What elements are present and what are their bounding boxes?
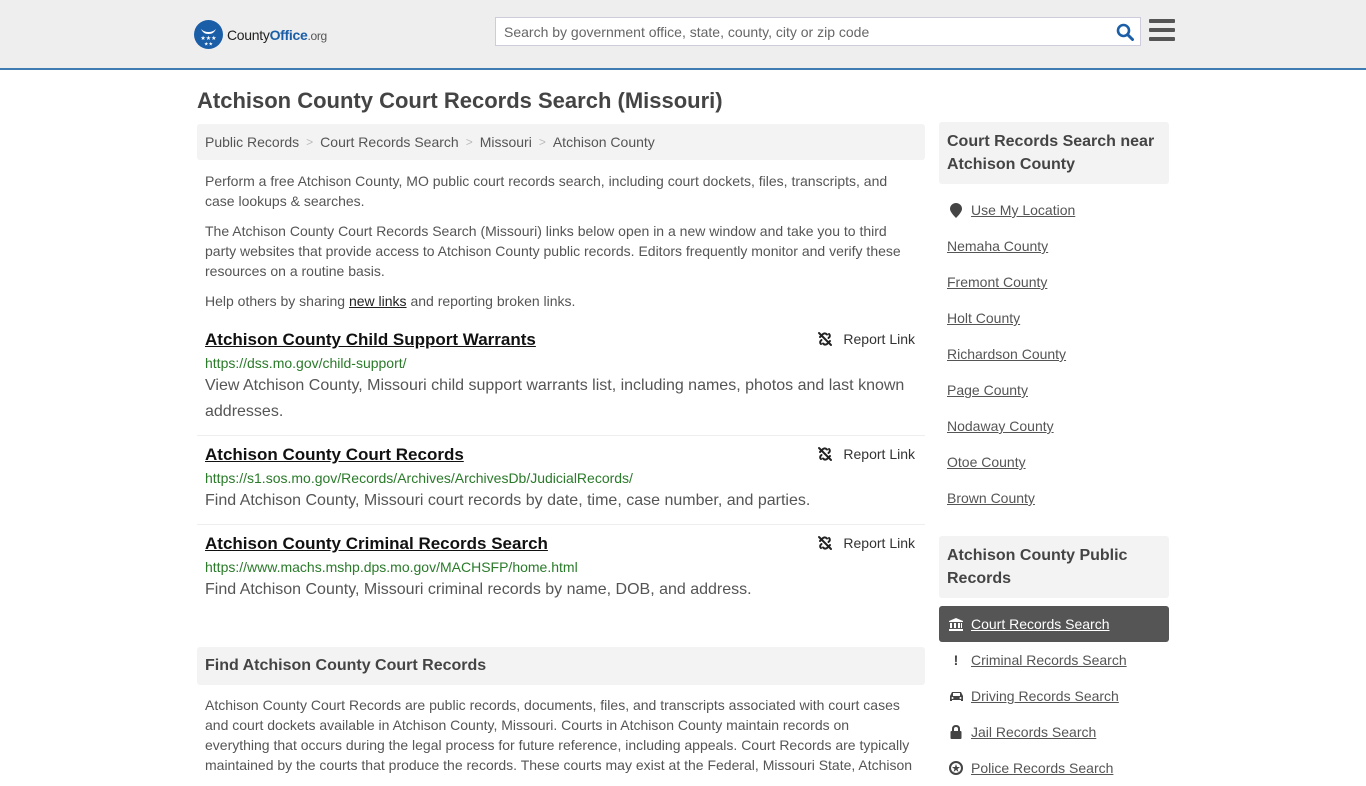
eagle-stars-icon: ★★★ ★★ bbox=[194, 20, 223, 49]
breadcrumb-public-records[interactable]: Public Records bbox=[205, 134, 299, 150]
breadcrumb-current: Atchison County bbox=[552, 134, 655, 150]
nearby-county-link[interactable]: Richardson County bbox=[947, 346, 1066, 362]
broken-link-icon bbox=[818, 332, 833, 346]
search-icon bbox=[1116, 23, 1134, 41]
nav-link[interactable]: Jail Records Search bbox=[971, 724, 1096, 740]
main-content: Public Records > Court Records Search > … bbox=[197, 124, 925, 775]
nav-item-court-records[interactable]: Court Records Search bbox=[939, 606, 1169, 642]
search-button[interactable] bbox=[1110, 18, 1140, 45]
result-description: Find Atchison County, Missouri criminal … bbox=[205, 581, 752, 598]
site-logo[interactable]: ★★★ ★★ CountyOffice.org bbox=[194, 20, 327, 49]
nearby-list: Use My Location Nemaha County Fremont Co… bbox=[939, 192, 1169, 516]
broken-link-icon bbox=[818, 447, 833, 461]
nearby-county-link[interactable]: Nemaha County bbox=[947, 238, 1048, 254]
breadcrumb-missouri[interactable]: Missouri bbox=[480, 134, 532, 150]
nav-link[interactable]: Driving Records Search bbox=[971, 688, 1119, 704]
nearby-county-item: Nemaha County bbox=[939, 228, 1169, 264]
results-list: Atchison County Child Support Warrants R… bbox=[197, 321, 925, 613]
nearby-county-item: Otoe County bbox=[939, 444, 1169, 480]
nearby-county-link[interactable]: Nodaway County bbox=[947, 418, 1054, 434]
exclamation-icon: ! bbox=[953, 652, 959, 668]
result-url: https://s1.sos.mo.gov/Records/Archives/A… bbox=[205, 470, 633, 486]
lock-icon bbox=[947, 725, 965, 739]
nearby-county-item: Nodaway County bbox=[939, 408, 1169, 444]
hamburger-menu-button[interactable] bbox=[1149, 19, 1175, 41]
nearby-county-link[interactable]: Fremont County bbox=[947, 274, 1047, 290]
nav-link[interactable]: Police Records Search bbox=[971, 760, 1113, 776]
police-badge-icon bbox=[947, 761, 965, 775]
report-link-button[interactable]: Report Link bbox=[817, 535, 915, 551]
nav-item-driving-records[interactable]: Driving Records Search bbox=[939, 678, 1169, 714]
courthouse-icon bbox=[947, 617, 965, 631]
nearby-heading: Court Records Search near Atchison Count… bbox=[939, 122, 1169, 184]
menu-bar bbox=[1149, 37, 1175, 41]
nav-link[interactable]: Criminal Records Search bbox=[971, 652, 1127, 668]
result-url: https://dss.mo.gov/child-support/ bbox=[205, 355, 407, 371]
public-records-heading: Atchison County Public Records bbox=[939, 536, 1169, 598]
nearby-county-item: Page County bbox=[939, 372, 1169, 408]
new-links-link[interactable]: new links bbox=[349, 293, 407, 309]
menu-bar bbox=[1149, 28, 1175, 32]
result-url: https://www.machs.mshp.dps.mo.gov/MACHSF… bbox=[205, 559, 578, 575]
nav-item-police-records[interactable]: Police Records Search bbox=[939, 750, 1169, 786]
result-title-link[interactable]: Atchison County Court Records bbox=[205, 444, 464, 466]
result-item: Atchison County Child Support Warrants R… bbox=[197, 321, 925, 436]
result-item: Atchison County Criminal Records Search … bbox=[197, 525, 925, 613]
result-description: View Atchison County, Missouri child sup… bbox=[205, 377, 905, 420]
intro-paragraph: Help others by sharing new links and rep… bbox=[205, 293, 576, 309]
result-item: Atchison County Court Records Report Lin… bbox=[197, 436, 925, 525]
nav-item-criminal-records[interactable]: ! Criminal Records Search bbox=[939, 642, 1169, 678]
menu-bar bbox=[1149, 19, 1175, 23]
use-my-location-item: Use My Location bbox=[939, 192, 1169, 228]
broken-link-icon bbox=[818, 536, 833, 550]
use-my-location-link[interactable]: Use My Location bbox=[971, 202, 1075, 218]
breadcrumb-court-records-search[interactable]: Court Records Search bbox=[320, 134, 459, 150]
nearby-county-link[interactable]: Page County bbox=[947, 382, 1028, 398]
report-link-button[interactable]: Report Link bbox=[817, 446, 915, 462]
breadcrumb-separator: > bbox=[306, 135, 314, 149]
page-title: Atchison County Court Records Search (Mi… bbox=[197, 88, 723, 113]
nav-link[interactable]: Court Records Search bbox=[971, 616, 1110, 632]
top-bar: ★★★ ★★ CountyOffice.org bbox=[0, 0, 1366, 70]
nearby-county-link[interactable]: Otoe County bbox=[947, 454, 1026, 470]
nearby-county-link[interactable]: Brown County bbox=[947, 490, 1035, 506]
nearby-county-item: Brown County bbox=[939, 480, 1169, 516]
map-pin-icon bbox=[947, 202, 965, 218]
intro-text: Perform a free Atchison County, MO publi… bbox=[197, 171, 925, 311]
breadcrumb-separator: > bbox=[538, 135, 546, 149]
find-records-heading: Find Atchison County Court Records bbox=[197, 647, 925, 685]
breadcrumb: Public Records > Court Records Search > … bbox=[197, 124, 925, 160]
intro-paragraph: Perform a free Atchison County, MO publi… bbox=[205, 173, 888, 209]
result-title-link[interactable]: Atchison County Child Support Warrants bbox=[205, 329, 536, 351]
result-title-link[interactable]: Atchison County Criminal Records Search bbox=[205, 533, 548, 555]
report-link-button[interactable]: Report Link bbox=[817, 331, 915, 347]
nearby-county-item: Fremont County bbox=[939, 264, 1169, 300]
result-description: Find Atchison County, Missouri court rec… bbox=[205, 492, 811, 509]
sidebar: Court Records Search near Atchison Count… bbox=[939, 122, 1169, 786]
logo-text: CountyOffice.org bbox=[227, 26, 327, 43]
intro-paragraph: The Atchison County Court Records Search… bbox=[205, 223, 901, 279]
search-input[interactable] bbox=[496, 18, 1110, 45]
search-bar bbox=[495, 17, 1141, 46]
nearby-county-item: Richardson County bbox=[939, 336, 1169, 372]
svg-text:★★: ★★ bbox=[204, 42, 213, 48]
find-records-text: Atchison County Court Records are public… bbox=[205, 697, 913, 773]
nav-item-jail-records[interactable]: Jail Records Search bbox=[939, 714, 1169, 750]
breadcrumb-separator: > bbox=[465, 135, 473, 149]
public-records-nav: Court Records Search ! Criminal Records … bbox=[939, 606, 1169, 786]
nearby-county-link[interactable]: Holt County bbox=[947, 310, 1020, 326]
nearby-county-item: Holt County bbox=[939, 300, 1169, 336]
car-icon bbox=[947, 691, 965, 702]
